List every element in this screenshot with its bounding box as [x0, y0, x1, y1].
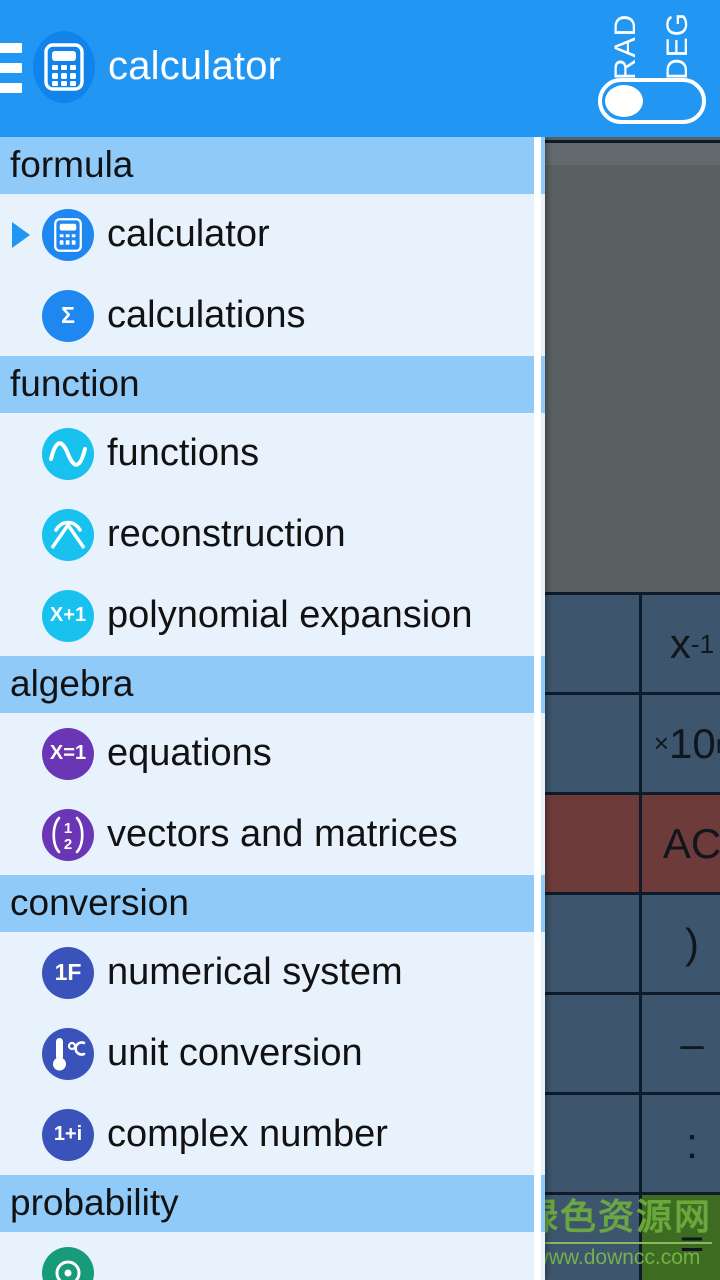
sidebar-item-probability-icon[interactable]: [0, 1232, 545, 1280]
sidebar-item-vectors-and-matrices[interactable]: 1 2 vectors and matrices: [0, 794, 545, 875]
key-divide[interactable]: :: [642, 1095, 720, 1192]
active-indicator: [0, 221, 42, 248]
sidebar-item-functions[interactable]: functions: [0, 413, 545, 494]
drawer-edge: [534, 137, 541, 1280]
sidebar-item-polynomial-expansion[interactable]: X+1 polynomial expansion: [0, 575, 545, 656]
key-inverse[interactable]: x -1: [642, 595, 720, 692]
calculator-icon: [33, 31, 95, 103]
one-plus-i-icon: 1+i: [42, 1108, 94, 1161]
hamburger-bar: [0, 83, 22, 93]
sidebar-item-calculations[interactable]: Σcalculations: [0, 275, 545, 356]
curve-peak-icon: [42, 508, 94, 561]
column-vector-icon: 12: [42, 808, 94, 861]
sidebar-item-label: polynomial expansion: [107, 594, 473, 636]
sidebar-item-label: complex number: [107, 1113, 388, 1155]
section-header-formula: formula: [0, 137, 545, 194]
key-partial-r5c1[interactable]: [535, 995, 639, 1092]
sidebar-item-equations[interactable]: X=1 equations: [0, 713, 545, 794]
key-partial-r3c1[interactable]: [535, 795, 639, 892]
sidebar-item-label: vectors and matrices: [107, 813, 458, 855]
sidebar-item-label: calculator: [107, 213, 270, 255]
section-header-probability: probability: [0, 1175, 545, 1232]
navigation-drawer[interactable]: formula calculator Σcalculations function fu…: [0, 137, 545, 1280]
key-times-ten-power[interactable]: ×10n: [642, 695, 720, 792]
sine-wave-icon: [42, 427, 94, 480]
section-header-conversion: conversion: [0, 875, 545, 932]
svg-text:1: 1: [64, 820, 72, 837]
play-triangle-icon: [12, 221, 30, 248]
key-all-clear[interactable]: AC: [642, 795, 720, 892]
key-partial-r4c1[interactable]: [535, 895, 639, 992]
sigma-icon: Σ: [42, 289, 94, 342]
key-equals[interactable]: =: [642, 1195, 720, 1280]
x-plus-one-icon: X+1: [42, 589, 94, 642]
app-bar: calculator RAD DEG: [0, 0, 720, 137]
probability-icon: [42, 1246, 94, 1280]
hamburger-menu-icon[interactable]: [0, 43, 22, 93]
hamburger-bar: [0, 63, 22, 73]
key-close-paren[interactable]: ): [642, 895, 720, 992]
svg-text:2: 2: [64, 836, 72, 853]
deg-label: DEG: [661, 11, 694, 80]
section-header-algebra: algebra: [0, 656, 545, 713]
sidebar-item-label: equations: [107, 732, 272, 774]
rad-label: RAD: [609, 13, 642, 80]
switch-knob[interactable]: [605, 85, 643, 117]
sidebar-item-label: calculations: [107, 294, 306, 336]
page-title: calculator: [108, 44, 282, 88]
sidebar-item-label: reconstruction: [107, 513, 346, 555]
key-partial-r1c1[interactable]: [535, 595, 639, 692]
app-root: x-1×10nAC)–:= 绿色资源网 www.downcc.com formu…: [0, 0, 720, 1280]
sidebar-item-complex-number[interactable]: 1+i complex number: [0, 1094, 545, 1175]
sidebar-item-reconstruction[interactable]: reconstruction: [0, 494, 545, 575]
section-header-function: function: [0, 356, 545, 413]
sidebar-item-label: numerical system: [107, 951, 403, 993]
x-equals-one-icon: X=1: [42, 727, 94, 780]
hamburger-bar: [0, 43, 22, 53]
key-partial-r6c1[interactable]: [535, 1095, 639, 1192]
sidebar-item-numerical-system[interactable]: 1F numerical system: [0, 932, 545, 1013]
key-partial-r2c1[interactable]: [535, 695, 639, 792]
sidebar-item-label: unit conversion: [107, 1032, 363, 1074]
thermometer-celsius-icon: [42, 1027, 94, 1080]
sidebar-item-unit-conversion[interactable]: unit conversion: [0, 1013, 545, 1094]
key-partial-r7c1[interactable]: [535, 1195, 639, 1280]
angle-unit-toggle[interactable]: RAD DEG: [592, 0, 712, 137]
sidebar-item-calculator[interactable]: calculator: [0, 194, 545, 275]
one-f-hex-icon: 1F: [42, 946, 94, 999]
sidebar-item-label: functions: [107, 432, 260, 474]
angle-unit-switch[interactable]: [598, 78, 706, 124]
calculator-icon: [42, 208, 94, 261]
key-minus[interactable]: –: [642, 995, 720, 1092]
angle-unit-labels: RAD DEG: [592, 2, 712, 80]
